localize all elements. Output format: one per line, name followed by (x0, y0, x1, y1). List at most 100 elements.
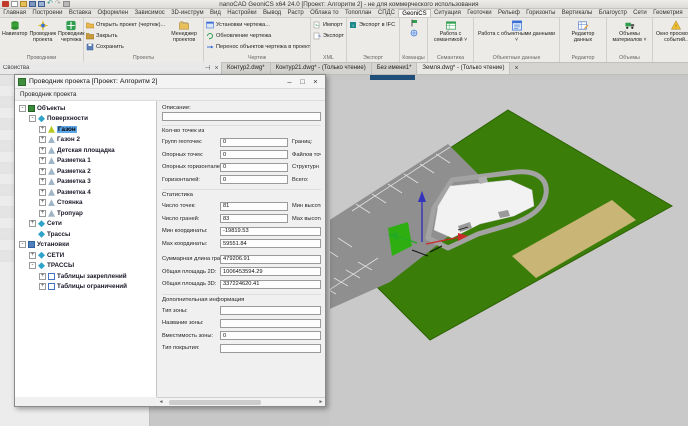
open-file-icon[interactable] (20, 1, 27, 7)
close-project-button[interactable]: Закрыть (85, 30, 166, 41)
navigator-button[interactable]: Навигатор (1, 19, 28, 39)
expand-toggle[interactable]: + (39, 210, 46, 217)
expand-toggle[interactable]: + (29, 220, 36, 227)
tree-item-objects[interactable]: -Объекты (17, 103, 156, 114)
maximize-icon[interactable]: □ (296, 75, 309, 89)
description-input[interactable] (162, 112, 321, 121)
tree-item-marking1[interactable]: +Разметка 1 (17, 156, 156, 167)
expand-toggle[interactable]: + (39, 126, 46, 133)
zone-capacity-input[interactable] (220, 331, 321, 340)
minimize-icon[interactable]: – (283, 75, 296, 89)
ribbon-tab[interactable]: Вертикалы (559, 9, 596, 17)
new-file-icon[interactable] (11, 1, 18, 7)
ribbon-tab[interactable]: Ситуация (431, 9, 464, 17)
tree-item-nets[interactable]: +Сети (17, 219, 156, 230)
ribbon-tab-geonics[interactable]: GeoniCS (398, 9, 431, 17)
project-explorer-button[interactable]: Проводник проекта (28, 19, 57, 44)
tree-item-fixation-tables[interactable]: +Таблицы закреплений (17, 271, 156, 282)
app-logo-icon[interactable] (2, 1, 9, 7)
open-project-button[interactable]: Открыть проект (чертеж)... (85, 19, 166, 30)
border-length-input[interactable] (220, 255, 321, 264)
tree-item-settings[interactable]: -Установки (17, 240, 156, 251)
zone-name-input[interactable] (220, 319, 321, 328)
save-all-icon[interactable] (38, 1, 45, 7)
area-3d-input[interactable] (220, 280, 321, 289)
expand-toggle[interactable]: + (39, 147, 46, 154)
geo-groups-input[interactable] (220, 138, 288, 147)
data-editor-button[interactable]: Редактор данных (562, 19, 604, 44)
points-count-input[interactable] (220, 202, 288, 211)
ribbon-tab[interactable]: 3D-инструм (168, 9, 207, 17)
event-viewer-button[interactable]: ! Окно просмотра событий.. (654, 19, 688, 44)
scrollbar-thumb[interactable] (169, 400, 261, 405)
tree-item-parking[interactable]: +Стоянка (17, 198, 156, 209)
undo-icon[interactable]: ↶ (47, 1, 53, 7)
tree-item-surfaces[interactable]: -Поверхности (17, 114, 156, 125)
tree-item-playground[interactable]: +Детская площадка (17, 145, 156, 156)
material-volumes-button[interactable]: Объемы материалов ˅ (609, 19, 651, 44)
faces-count-input[interactable] (220, 214, 288, 223)
doc-tab[interactable]: Контур21.dwg* - (Только чтение) (271, 63, 372, 74)
redo-icon[interactable]: ↷ (55, 1, 61, 7)
drawing-refresh-button[interactable]: Обновление чертежа (205, 30, 311, 41)
ribbon-tab[interactable]: Благоустр (596, 9, 630, 17)
scroll-right-icon[interactable]: ► (317, 399, 325, 405)
viewport-3d[interactable] (330, 80, 688, 426)
expand-toggle[interactable]: - (19, 241, 26, 248)
ribbon-tab[interactable]: Оформлен (94, 9, 131, 17)
expand-toggle[interactable]: + (29, 252, 36, 259)
min-coords-input[interactable] (220, 227, 321, 236)
drawing-settings-button[interactable]: Установки чертежа... (205, 19, 311, 30)
expand-toggle[interactable]: - (29, 115, 36, 122)
ribbon-tab[interactable]: Вывод (260, 9, 285, 17)
save-project-button[interactable]: Сохранить (85, 41, 166, 52)
expand-toggle[interactable]: + (39, 157, 46, 164)
horizontal-scrollbar[interactable]: ◄ ► (157, 397, 325, 406)
export-ifc-button[interactable]: I Экспорт в IFC (348, 19, 396, 30)
xml-export-button[interactable]: Экспорт (312, 30, 345, 41)
max-coords-input[interactable] (220, 239, 321, 248)
zone-type-input[interactable] (220, 306, 321, 315)
ribbon-tab[interactable]: Сети (630, 9, 650, 17)
tree-item-routes-settings[interactable]: -ТРАССЫ (17, 261, 156, 272)
cover-type-input[interactable] (220, 344, 321, 353)
ribbon-tab[interactable]: Облака то (307, 9, 342, 17)
ribbon-tab[interactable]: Геометрия (650, 9, 686, 17)
ribbon-tab[interactable]: Геоточки (464, 9, 495, 17)
ribbon-tab[interactable]: Настройки (224, 9, 260, 17)
expand-toggle[interactable]: - (29, 262, 36, 269)
ribbon-tab[interactable]: Рельеф (495, 9, 523, 17)
tree-item-lawn[interactable]: +Газон (17, 124, 156, 135)
expand-toggle[interactable]: + (39, 283, 46, 290)
drawing-explorer-button[interactable]: Проводник чертежа (57, 19, 86, 44)
ribbon-tab[interactable]: Построени (29, 9, 65, 17)
doc-tab[interactable]: Без имени1* (372, 63, 418, 74)
expand-toggle[interactable]: - (19, 105, 26, 112)
expand-toggle[interactable]: + (39, 178, 46, 185)
transfer-objects-button[interactable]: Перенос объектов чертежа в проект (205, 41, 311, 52)
xml-import-button[interactable]: Импорт (312, 19, 345, 30)
project-manager-button[interactable]: Менеджер проектов (166, 19, 202, 44)
ribbon-tab[interactable]: Горизонты (523, 9, 559, 17)
tree-item-marking2[interactable]: +Разметка 2 (17, 166, 156, 177)
tree-item-marking3[interactable]: +Разметка 3 (17, 177, 156, 188)
ribbon-tab[interactable]: Главная (0, 9, 29, 17)
ribbon-tab[interactable]: Топоплан (342, 9, 375, 17)
globe-icon[interactable] (410, 29, 418, 37)
tree-item-restriction-tables[interactable]: +Таблицы ограничений (17, 282, 156, 293)
flag-icon[interactable] (410, 19, 418, 27)
tree-item-marking4[interactable]: +Разметка 4 (17, 187, 156, 198)
expand-toggle[interactable]: + (39, 136, 46, 143)
contours-input[interactable] (220, 175, 288, 184)
scroll-left-icon[interactable]: ◄ (157, 399, 165, 405)
tree-item-nets-settings[interactable]: +СЕТИ (17, 250, 156, 261)
doc-tab[interactable]: Контур2.dwg* (222, 63, 271, 74)
ribbon-tab[interactable]: Вид (207, 9, 224, 17)
expand-toggle[interactable]: + (39, 189, 46, 196)
tree-item-lawn2[interactable]: +Газон 2 (17, 135, 156, 146)
expand-toggle[interactable]: + (39, 273, 46, 280)
semantics-button[interactable]: Работа с семантикой ˅ (430, 19, 472, 44)
support-points-input[interactable] (220, 150, 288, 159)
close-icon[interactable]: × (309, 75, 322, 89)
ribbon-tab[interactable]: Растр (284, 9, 307, 17)
